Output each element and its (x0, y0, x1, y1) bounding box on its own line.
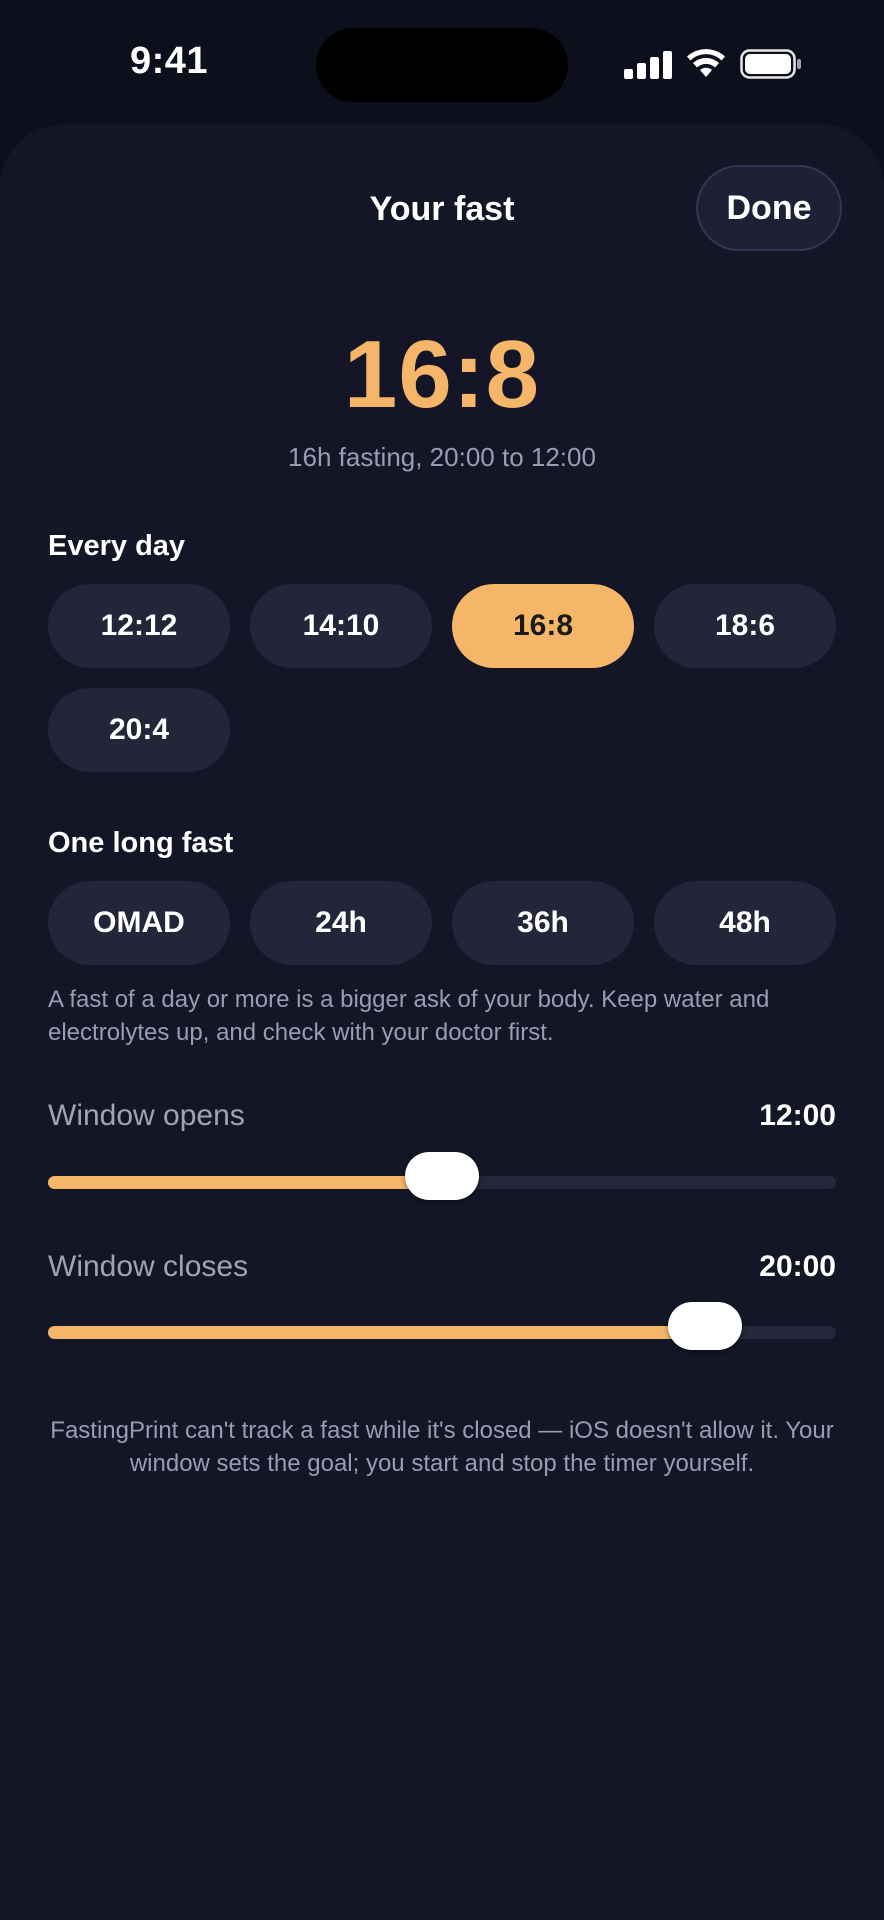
chip-48h[interactable]: 48h (654, 881, 836, 965)
chip-omad[interactable]: OMAD (48, 881, 230, 965)
window-opens-fill (48, 1176, 442, 1189)
dynamic-island (316, 28, 568, 102)
window-opens-slider[interactable] (48, 1152, 836, 1200)
screen: 9:41 Your fast Done 16:8 16h fasting, 20… (0, 0, 884, 1920)
long-fast-warning: A fast of a day or more is a bigger ask … (48, 986, 770, 1046)
chip-18-6[interactable]: 18:6 (654, 584, 836, 668)
chip-16-8[interactable]: 16:8 (452, 584, 634, 668)
long-fast-label: One long fast (48, 827, 234, 859)
chip-20-4[interactable]: 20:4 (48, 688, 230, 772)
tracking-disclaimer: FastingPrint can't track a fast while it… (50, 1417, 834, 1477)
window-closes-fill (48, 1326, 705, 1339)
window-closes-thumb[interactable] (667, 1302, 742, 1350)
window-opens-value: 12:00 (759, 1099, 836, 1132)
battery-icon (740, 49, 801, 79)
window-closes-slider[interactable] (48, 1302, 836, 1350)
window-closes-value: 20:00 (759, 1250, 836, 1283)
every-day-label: Every day (48, 530, 186, 562)
cellular-signal-icon (624, 49, 672, 79)
window-closes-label: Window closes (48, 1250, 249, 1283)
chip-36h[interactable]: 36h (452, 881, 634, 965)
status-bar: 9:41 (0, 0, 884, 124)
chip-24h[interactable]: 24h (250, 881, 432, 965)
status-icons (624, 46, 802, 82)
selected-ratio: 16:8 (343, 321, 541, 428)
chip-12-12[interactable]: 12:12 (48, 584, 230, 668)
wifi-icon (687, 49, 725, 77)
done-button[interactable]: Done (696, 165, 842, 251)
chip-14-10[interactable]: 14:10 (250, 584, 432, 668)
window-opens-thumb[interactable] (405, 1152, 479, 1200)
status-time: 9:41 (130, 40, 209, 82)
window-opens-label: Window opens (48, 1099, 245, 1132)
fast-description: 16h fasting, 20:00 to 12:00 (288, 442, 596, 472)
